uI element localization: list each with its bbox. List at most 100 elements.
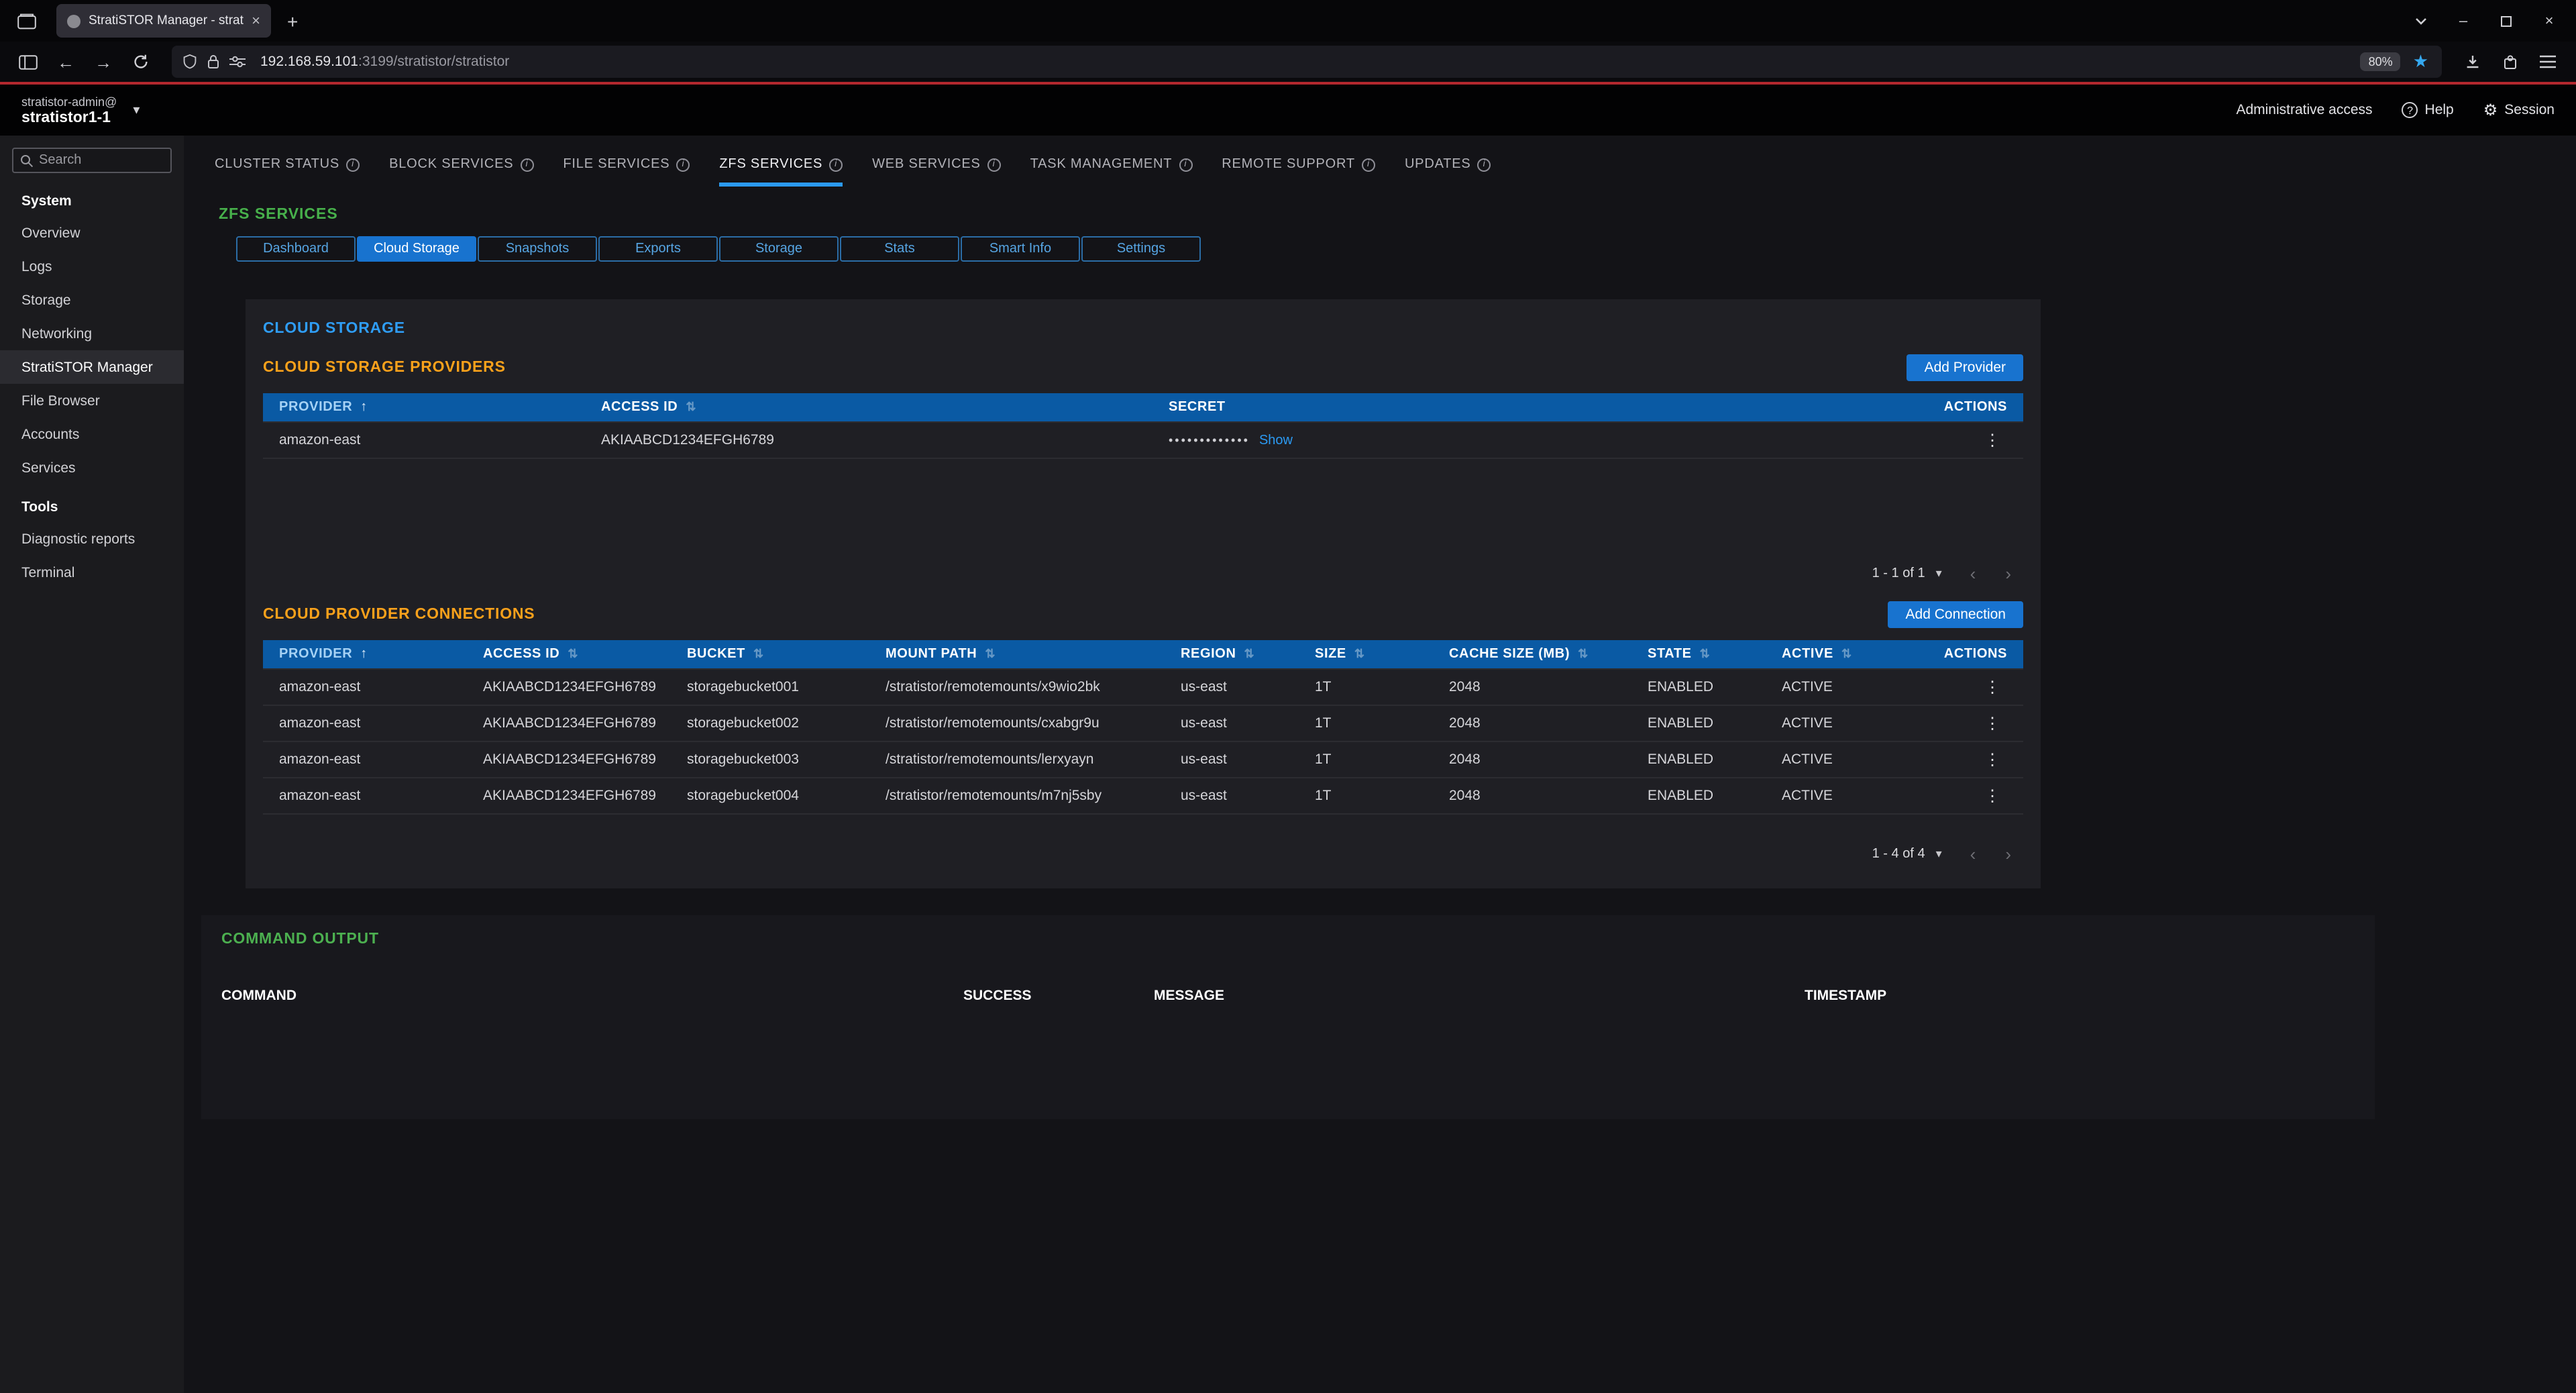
connections-header-row: PROVIDER↑ ACCESS ID⇅ BUCKET⇅ MOUNT PATH⇅… xyxy=(263,640,2023,669)
firefox-view-icon[interactable] xyxy=(11,5,43,37)
col-provider[interactable]: PROVIDER↑ xyxy=(263,640,467,669)
cell-state: ENABLED xyxy=(1631,741,1766,778)
col-active[interactable]: ACTIVE⇅ xyxy=(1766,640,1905,669)
col-size[interactable]: SIZE⇅ xyxy=(1299,640,1433,669)
sidebar-search[interactable] xyxy=(12,148,172,173)
cell-active: ACTIVE xyxy=(1766,669,1905,705)
show-secret-link[interactable]: Show xyxy=(1259,433,1293,448)
cell-active: ACTIVE xyxy=(1766,705,1905,741)
sidebar-item-overview[interactable]: Overview xyxy=(0,216,184,250)
col-access-id[interactable]: ACCESS ID⇅ xyxy=(467,640,671,669)
sidebar-item-file-browser[interactable]: File Browser xyxy=(0,384,184,417)
cell-state: ENABLED xyxy=(1631,669,1766,705)
providers-section-title: CLOUD STORAGE PROVIDERS xyxy=(263,360,506,376)
forward-icon[interactable]: → xyxy=(86,46,121,78)
subtab-storage[interactable]: Storage xyxy=(719,236,839,262)
col-mount-path[interactable]: MOUNT PATH⇅ xyxy=(869,640,1165,669)
sidebar-item-services[interactable]: Services xyxy=(0,451,184,484)
sidebar-item-stratistor-manager[interactable]: StratiSTOR Manager xyxy=(0,350,184,384)
url-host: 192.168.59.101 xyxy=(260,54,358,70)
minimize-button[interactable]: – xyxy=(2453,13,2474,29)
col-bucket[interactable]: BUCKET⇅ xyxy=(671,640,869,669)
tab-task-management[interactable]: TASK MANAGEMENTi xyxy=(1030,157,1193,187)
pagination-caret-icon[interactable]: ▾ xyxy=(1936,566,1942,581)
search-input[interactable] xyxy=(39,153,164,168)
pagination-next-icon[interactable]: › xyxy=(1993,564,2023,584)
cell-actions: ⋮ xyxy=(1905,705,2023,741)
col-cache-size[interactable]: CACHE SIZE (MB)⇅ xyxy=(1433,640,1631,669)
session-button[interactable]: ⚙ Session xyxy=(2483,101,2555,119)
main-content: CLUSTER STATUSi BLOCK SERVICESi FILE SER… xyxy=(184,136,2576,1393)
url-bar[interactable]: 192.168.59.101:3199/stratistor/stratisto… xyxy=(172,46,2442,78)
subtab-exports[interactable]: Exports xyxy=(598,236,718,262)
subtab-dashboard[interactable]: Dashboard xyxy=(236,236,356,262)
pagination-prev-icon[interactable]: ‹ xyxy=(1958,844,1988,864)
sidebar-item-storage[interactable]: Storage xyxy=(0,283,184,317)
host-switcher[interactable]: stratistor-admin@ stratistor1-1 ▾ xyxy=(21,95,140,125)
permissions-icon[interactable] xyxy=(229,55,246,68)
close-button[interactable]: × xyxy=(2538,13,2560,29)
subtab-snapshots[interactable]: Snapshots xyxy=(478,236,597,262)
list-tabs-icon[interactable] xyxy=(2410,13,2431,28)
row-actions-kebab-icon[interactable]: ⋮ xyxy=(1978,714,2007,733)
info-icon: i xyxy=(1362,158,1375,171)
sidebar-toggle-icon[interactable] xyxy=(11,46,46,78)
bookmark-star-icon[interactable]: ★ xyxy=(2413,51,2428,72)
administrative-access-button[interactable]: Administrative access xyxy=(2236,102,2372,118)
help-button[interactable]: ? Help xyxy=(2402,102,2454,118)
row-actions-kebab-icon[interactable]: ⋮ xyxy=(1978,786,2007,805)
sidebar-item-logs[interactable]: Logs xyxy=(0,250,184,283)
sidebar-item-terminal[interactable]: Terminal xyxy=(0,556,184,589)
sort-icon: ⇅ xyxy=(686,400,696,413)
sidebar-item-diagnostic-reports[interactable]: Diagnostic reports xyxy=(0,522,184,556)
sidebar: System Overview Logs Storage Networking … xyxy=(0,136,184,1393)
subtab-cloud-storage[interactable]: Cloud Storage xyxy=(357,236,476,262)
zoom-level-chip[interactable]: 80% xyxy=(2361,52,2401,71)
back-icon[interactable]: ← xyxy=(48,46,83,78)
add-connection-button[interactable]: Add Connection xyxy=(1888,601,2023,628)
row-actions-kebab-icon[interactable]: ⋮ xyxy=(1978,750,2007,769)
subtab-smart-info[interactable]: Smart Info xyxy=(961,236,1080,262)
tab-block-services[interactable]: BLOCK SERVICESi xyxy=(389,157,533,187)
col-region[interactable]: REGION⇅ xyxy=(1165,640,1299,669)
pagination-next-icon[interactable]: › xyxy=(1993,844,2023,864)
row-actions-kebab-icon[interactable]: ⋮ xyxy=(1978,431,2007,450)
pagination-caret-icon[interactable]: ▾ xyxy=(1936,847,1942,862)
lock-icon[interactable] xyxy=(207,54,220,70)
tab-favicon-icon xyxy=(67,14,80,28)
command-output-title: COMMAND OUTPUT xyxy=(221,931,2375,947)
tracking-protection-shield-icon[interactable] xyxy=(182,54,197,70)
page-title: ZFS SERVICES xyxy=(219,207,2576,223)
subtab-stats[interactable]: Stats xyxy=(840,236,959,262)
col-provider[interactable]: PROVIDER↑ xyxy=(263,393,585,422)
tab-close-icon[interactable]: × xyxy=(252,13,260,29)
tab-zfs-services[interactable]: ZFS SERVICESi xyxy=(719,157,843,187)
cell-active: ACTIVE xyxy=(1766,741,1905,778)
col-state[interactable]: STATE⇅ xyxy=(1631,640,1766,669)
sidebar-item-accounts[interactable]: Accounts xyxy=(0,417,184,451)
add-provider-button[interactable]: Add Provider xyxy=(1907,354,2023,381)
reload-icon[interactable] xyxy=(123,46,158,78)
new-tab-button[interactable]: + xyxy=(287,10,298,32)
maximize-button[interactable] xyxy=(2496,15,2517,26)
subtab-settings[interactable]: Settings xyxy=(1081,236,1201,262)
tab-updates[interactable]: UPDATESi xyxy=(1405,157,1491,187)
downloads-icon[interactable] xyxy=(2455,46,2490,78)
menu-icon[interactable] xyxy=(2530,46,2565,78)
cell-size: 1T xyxy=(1299,741,1433,778)
cell-cache-size: 2048 xyxy=(1433,741,1631,778)
providers-pagination: 1 - 1 of 1 ▾ ‹ › xyxy=(263,564,2023,584)
row-actions-kebab-icon[interactable]: ⋮ xyxy=(1978,678,2007,696)
cell-mount-path: /stratistor/remotemounts/cxabgr9u xyxy=(869,705,1165,741)
tab-label: CLUSTER STATUS xyxy=(215,157,339,172)
extensions-icon[interactable] xyxy=(2493,46,2528,78)
col-access-id[interactable]: ACCESS ID⇅ xyxy=(585,393,1152,422)
sidebar-item-networking[interactable]: Networking xyxy=(0,317,184,350)
tab-cluster-status[interactable]: CLUSTER STATUSi xyxy=(215,157,360,187)
sort-icon: ⇅ xyxy=(985,647,996,660)
browser-tab[interactable]: StratiSTOR Manager - stratistor × xyxy=(56,4,271,38)
tab-remote-support[interactable]: REMOTE SUPPORTi xyxy=(1222,157,1375,187)
tab-file-services[interactable]: FILE SERVICESi xyxy=(563,157,690,187)
tab-web-services[interactable]: WEB SERVICESi xyxy=(872,157,1001,187)
pagination-prev-icon[interactable]: ‹ xyxy=(1958,564,1988,584)
